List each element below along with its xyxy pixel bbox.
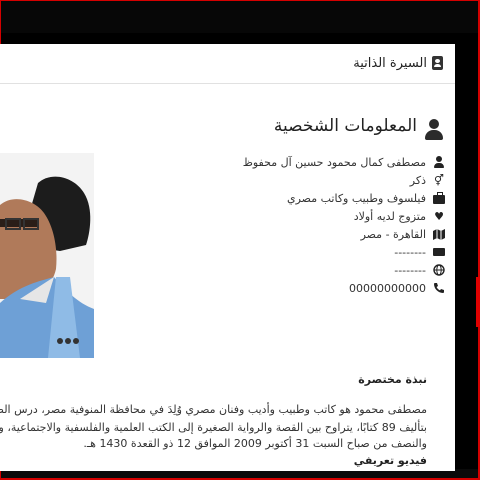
bio-title: نبذة مختصرة	[358, 373, 427, 386]
email-value: --------	[394, 245, 426, 259]
bio-line: بتأليف 89 كتابًا، يتراوح بين القصة والرو…	[0, 421, 427, 434]
top-bar	[0, 0, 480, 33]
location-value: القاهرة - مصر	[360, 227, 426, 241]
marital-status-value: متزوج لديه أولاد	[353, 209, 426, 223]
frame-edge-top	[0, 0, 480, 1]
phone-value: 00000000000	[349, 281, 426, 295]
bio-line: مصطفى محمود هو كاتب وطبيب وأديب وفنان مص…	[0, 403, 427, 416]
info-row-email: --------	[225, 243, 445, 261]
full-name: مصطفى كمال محمود حسين آل محفوظ	[242, 155, 426, 169]
info-row-name: مصطفى كمال محمود حسين آل محفوظ	[225, 153, 445, 171]
user-icon	[425, 119, 443, 141]
profile-photo	[0, 153, 94, 358]
globe-icon	[433, 264, 445, 276]
id-card-icon	[432, 56, 443, 70]
info-row-website: --------	[225, 261, 445, 279]
bio-line: والنصف من صباح السبت 31 أكتوبر 2009 المو…	[83, 437, 427, 450]
info-row-gender: ⚥ ذكر	[225, 171, 445, 189]
info-row-marital: ♥ متزوج لديه أولاد	[225, 207, 445, 225]
section-title: المعلومات الشخصية	[273, 116, 417, 136]
red-side-strip	[476, 277, 480, 327]
gender-value: ذكر	[409, 173, 426, 187]
user-icon	[433, 156, 445, 168]
envelope-icon	[433, 246, 445, 258]
website-value: --------	[394, 263, 426, 277]
occupation-value: فيلسوف وطبيب وكاتب مصري	[287, 191, 426, 205]
map-icon	[433, 228, 445, 240]
info-row-location: القاهرة - مصر	[225, 225, 445, 243]
panel-header: السيرة الذاتية	[0, 44, 455, 84]
personal-info-list: مصطفى كمال محمود حسين آل محفوظ ⚥ ذكر فيل…	[225, 153, 445, 297]
gender-icon: ⚥	[434, 173, 444, 187]
info-row-phone: 00000000000	[225, 279, 445, 297]
phone-icon	[433, 282, 445, 294]
heart-icon: ♥	[434, 209, 444, 223]
video-title: فيديو تعريفي	[353, 454, 427, 467]
panel-title: السيرة الذاتية	[353, 56, 427, 71]
briefcase-icon	[433, 192, 445, 204]
info-row-occupation: فيلسوف وطبيب وكاتب مصري	[225, 189, 445, 207]
profile-panel: السيرة الذاتية المعلومات الشخصية مصطفى ك…	[0, 44, 455, 471]
